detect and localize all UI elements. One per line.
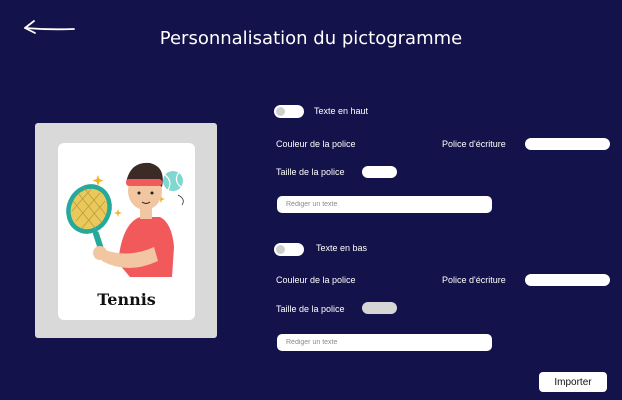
top-font-size-select[interactable] (362, 166, 397, 178)
top-font-family-label: Police d'écriture (442, 139, 506, 149)
toggle-knob (276, 245, 285, 254)
bottom-text-input[interactable] (277, 334, 492, 351)
bottom-font-color-label: Couleur de la police (276, 275, 356, 285)
top-text-toggle-label: Texte en haut (314, 106, 369, 116)
bottom-font-size-label: Taille de la police (276, 304, 345, 314)
bottom-text-toggle-label: Texte en bas (316, 243, 368, 253)
pictogram-label: Tennis (97, 290, 156, 309)
toggle-knob (276, 107, 285, 116)
bottom-font-family-label: Police d'écriture (442, 275, 506, 285)
tennis-player-icon (66, 162, 184, 277)
top-font-color-label: Couleur de la police (276, 139, 356, 149)
top-font-size-label: Taille de la police (276, 167, 345, 177)
bottom-text-toggle[interactable] (274, 243, 304, 256)
import-button[interactable]: Importer (539, 372, 607, 392)
top-font-family-select[interactable] (525, 138, 610, 150)
bottom-font-family-select[interactable] (525, 274, 610, 286)
top-text-toggle[interactable] (274, 105, 304, 118)
top-text-input[interactable] (277, 196, 492, 213)
bottom-font-size-select[interactable] (362, 302, 397, 314)
page-title: Personnalisation du pictogramme (159, 28, 463, 49)
